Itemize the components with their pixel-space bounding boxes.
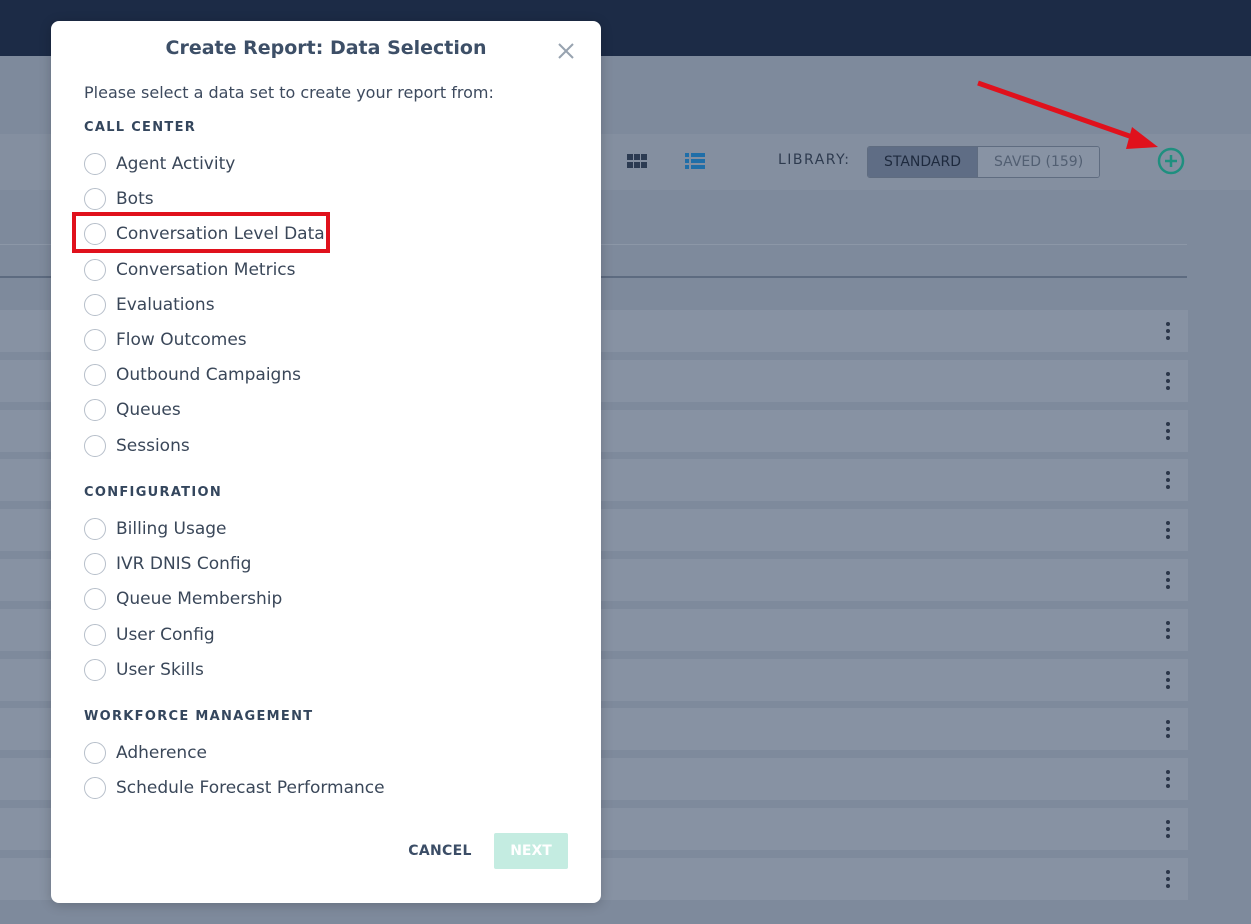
kebab-menu-icon[interactable] <box>1164 471 1172 491</box>
section-heading-call-center: CALL CENTER <box>84 120 197 135</box>
kebab-menu-icon[interactable] <box>1164 770 1172 790</box>
kebab-menu-icon[interactable] <box>1164 670 1172 691</box>
section-heading-workforce-management: WORKFORCE MANAGEMENT <box>84 709 314 724</box>
option-evaluations[interactable]: Evaluations <box>84 292 215 318</box>
grid-view-icon[interactable] <box>627 154 647 168</box>
kebab-menu-icon[interactable] <box>1164 421 1172 442</box>
radio-button[interactable] <box>84 518 106 540</box>
radio-button[interactable] <box>84 153 106 175</box>
kebab-menu-icon[interactable] <box>1164 620 1172 641</box>
annotation-highlight-box <box>72 212 330 253</box>
create-report-modal: Create Report: Data Selection Please sel… <box>51 21 601 903</box>
radio-button[interactable] <box>84 588 106 610</box>
option-ivr-dnis-config[interactable]: IVR DNIS Config <box>84 551 251 577</box>
radio-button[interactable] <box>84 259 106 281</box>
kebab-menu-icon[interactable] <box>1164 869 1172 890</box>
modal-prompt: Please select a data set to create your … <box>84 83 494 102</box>
option-billing-usage[interactable]: Billing Usage <box>84 516 227 542</box>
option-schedule-forecast-performance[interactable]: Schedule Forecast Performance <box>84 775 385 801</box>
radio-button[interactable] <box>84 742 106 764</box>
close-icon[interactable] <box>556 41 576 61</box>
annotation-arrow <box>977 80 1158 149</box>
modal-title: Create Report: Data Selection <box>165 37 487 59</box>
radio-button[interactable] <box>84 777 106 799</box>
option-queues[interactable]: Queues <box>84 397 181 423</box>
kebab-menu-icon[interactable] <box>1164 371 1172 392</box>
option-user-skills[interactable]: User Skills <box>84 657 204 683</box>
kebab-menu-icon[interactable] <box>1164 820 1172 840</box>
option-user-config[interactable]: User Config <box>84 622 215 648</box>
list-view-icon[interactable] <box>685 153 705 169</box>
option-outbound-campaigns[interactable]: Outbound Campaigns <box>84 362 301 388</box>
kebab-menu-icon[interactable] <box>1164 571 1172 591</box>
option-sessions[interactable]: Sessions <box>84 433 190 459</box>
cancel-button[interactable]: CANCEL <box>401 833 479 869</box>
kebab-menu-icon[interactable] <box>1164 720 1172 740</box>
next-button[interactable]: NEXT <box>494 833 568 869</box>
library-label: LIBRARY: <box>778 152 851 168</box>
radio-button[interactable] <box>84 364 106 386</box>
radio-button[interactable] <box>84 553 106 575</box>
option-queue-membership[interactable]: Queue Membership <box>84 586 282 612</box>
radio-button[interactable] <box>84 294 106 316</box>
radio-button[interactable] <box>84 624 106 646</box>
radio-button[interactable] <box>84 399 106 421</box>
option-bots[interactable]: Bots <box>84 186 154 212</box>
radio-button[interactable] <box>84 329 106 351</box>
option-flow-outcomes[interactable]: Flow Outcomes <box>84 327 247 353</box>
kebab-menu-icon[interactable] <box>1164 521 1172 541</box>
option-conversation-metrics[interactable]: Conversation Metrics <box>84 257 296 283</box>
radio-button[interactable] <box>84 188 106 210</box>
option-adherence[interactable]: Adherence <box>84 740 207 766</box>
radio-button[interactable] <box>84 659 106 681</box>
option-agent-activity[interactable]: Agent Activity <box>84 151 235 177</box>
radio-button[interactable] <box>84 435 106 457</box>
kebab-menu-icon[interactable] <box>1164 322 1172 342</box>
section-heading-configuration: CONFIGURATION <box>84 485 223 500</box>
